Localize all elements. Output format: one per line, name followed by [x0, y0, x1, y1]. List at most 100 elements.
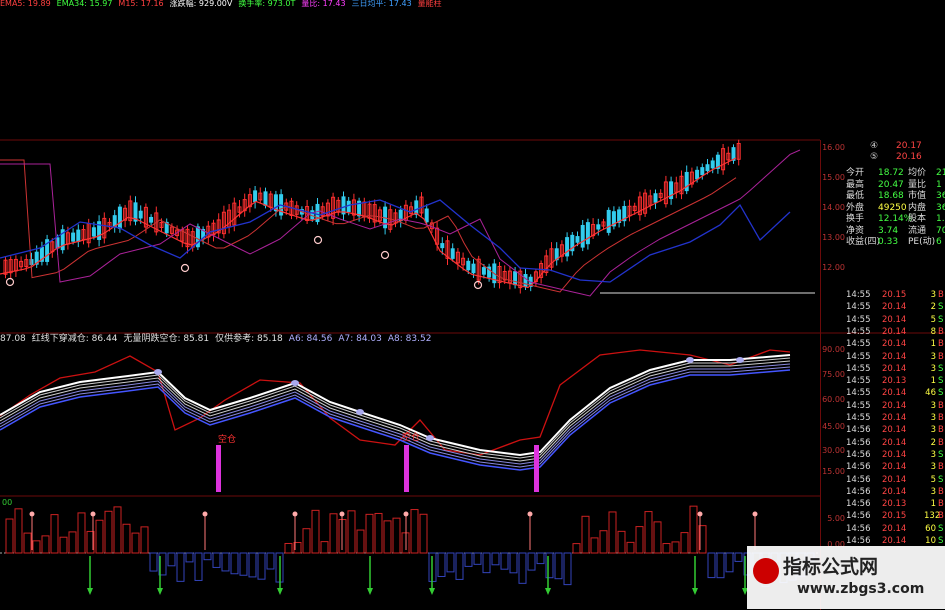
volume-bar-down	[203, 552, 212, 561]
info-value: 1.7	[936, 214, 945, 224]
tick-price: 20.14	[882, 388, 907, 399]
info-value: 0.33	[878, 237, 899, 247]
volume-bar-down	[473, 552, 482, 565]
tick-volume: 3	[930, 462, 936, 473]
volume-bar-up	[140, 526, 149, 554]
volume-bar-up	[662, 543, 671, 554]
empty-position-signal-bar	[404, 445, 409, 492]
tick-direction: S	[938, 302, 944, 313]
info-label: 均价	[908, 168, 927, 178]
candle-body	[471, 263, 476, 274]
info-value: 36	[936, 202, 945, 213]
volume-bar-down	[221, 552, 230, 572]
info-label: 收益(四)	[846, 237, 881, 247]
tick-price: 20.14	[882, 474, 907, 485]
volume-bar-up	[644, 511, 653, 554]
volume-bar-up	[410, 509, 419, 554]
kline-chart-canvas[interactable]	[0, 0, 945, 609]
volume-bar-up	[131, 532, 140, 554]
volume-bar-down	[194, 552, 203, 581]
buy-signal-circle	[180, 263, 190, 273]
tick-price: 20.14	[882, 413, 907, 423]
tick-volume: 5	[930, 474, 936, 485]
tick-price: 20.14	[882, 351, 907, 362]
oscillator-legend-item: 仅供参考: 85.18	[215, 334, 283, 344]
tick-price: 20.14	[882, 339, 907, 350]
oscillator-legend-item: A7: 84.03	[338, 334, 382, 344]
level-icon: ⑤	[870, 152, 879, 162]
tick-price: 20.14	[882, 326, 907, 337]
osc-cross-marker	[291, 380, 299, 386]
volume-bar-up	[284, 542, 293, 554]
buy-signal-circle	[380, 250, 390, 260]
volume-bar-up	[617, 530, 626, 554]
tick-direction: B	[938, 437, 944, 448]
price-axis-label: 16.00	[822, 143, 845, 152]
osc-cross-marker	[686, 357, 694, 363]
down-arrow-head	[87, 588, 93, 595]
tick-row: 14:55 20.15 3 B	[846, 289, 945, 301]
volume-bar-up	[392, 517, 401, 554]
price-axis: 16.00 15.00 14.00 13.00 12.00 90.00 75.00 60.00…	[820, 140, 847, 610]
volume-bar-up	[581, 515, 590, 554]
tick-direction: B	[938, 462, 944, 473]
tick-row: 14:56 20.13 1 B	[846, 498, 945, 510]
volume-bar-down	[149, 552, 158, 572]
candle-body	[149, 216, 154, 223]
volume-bar-up	[32, 540, 41, 554]
oscillator-legend-item: A6: 84.56	[288, 334, 333, 344]
volume-bar-up	[671, 541, 680, 554]
volume-bar-up	[356, 529, 365, 554]
info-label: 流通	[908, 225, 927, 236]
candle-body	[424, 208, 429, 223]
volume-bar-up	[383, 520, 392, 554]
volume-bar-up	[347, 510, 356, 554]
volume-bar-down	[230, 552, 239, 575]
info-value: 21	[936, 168, 945, 178]
moving-average-lines	[0, 149, 801, 297]
tick-row: 14:55 20.14 5 S	[846, 314, 945, 326]
volume-bar-down	[707, 552, 716, 579]
oscillator-axis-label: 15.00	[822, 467, 845, 476]
tick-row: 14:55 20.13 1 S	[846, 375, 945, 387]
watermark-logo-icon	[753, 558, 779, 584]
volume-bar-down	[725, 552, 734, 573]
tick-volume: 1	[930, 339, 936, 350]
tick-volume: 5	[930, 314, 936, 325]
empty-position-signal-bar	[534, 445, 539, 492]
osc-cross-marker	[426, 435, 434, 441]
oscillator-axis-label: 90.00	[822, 345, 845, 354]
osc-red-line	[0, 349, 791, 456]
buy-signal-circle	[473, 280, 483, 290]
candle-body	[513, 271, 518, 286]
volume-bar-up	[329, 513, 338, 554]
oscillator-legend-item: 无量阴跌空仓: 85.81	[123, 334, 210, 344]
volume-bar-up	[95, 519, 104, 554]
tick-time: 14:56	[846, 474, 871, 485]
candle-body	[138, 210, 143, 219]
candle-body	[481, 267, 486, 275]
volume-bar-up	[5, 518, 14, 554]
volume-bar-up	[626, 541, 635, 554]
watermark-url: www.zbgs3.com	[797, 581, 925, 597]
candle-body	[414, 200, 419, 215]
tick-time: 14:55	[846, 413, 871, 423]
volume-bar-up	[680, 532, 689, 554]
oscillator-axis-label: 60.00	[822, 395, 845, 404]
info-label: PE(动)	[908, 237, 936, 247]
volume-bar-down	[446, 552, 455, 573]
tick-row: 14:56 20.14 2 B	[846, 437, 945, 449]
tick-row: 14:55 20.14 46 S	[846, 387, 945, 399]
tick-volume: 1	[930, 499, 936, 510]
volume-bar-up	[104, 510, 113, 554]
info-label: 净资	[846, 225, 865, 236]
tick-volume: 3	[930, 290, 936, 300]
quote-level-row: ⑤ 20.16	[846, 152, 945, 163]
tick-direction: B	[938, 326, 944, 337]
tick-volume: 3	[930, 449, 936, 460]
volume-bar-up	[365, 513, 374, 554]
volume-bar-up	[23, 532, 32, 554]
tick-price: 20.14	[882, 425, 907, 436]
volume-bar-down	[716, 552, 725, 579]
volume-bar-up	[68, 531, 77, 554]
